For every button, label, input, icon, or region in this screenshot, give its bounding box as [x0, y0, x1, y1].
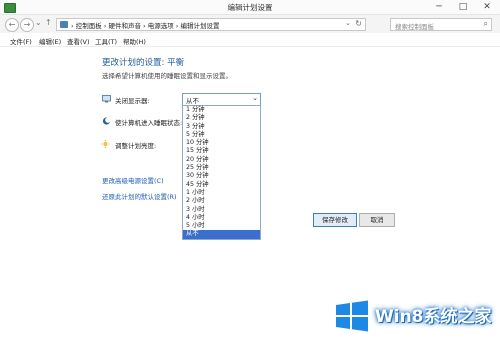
title-bar: 编辑计划设置 ─ □ ✕ [0, 0, 500, 15]
restore-defaults-link[interactable]: 还原此计划的默认设置(R) [102, 191, 177, 201]
back-button[interactable]: ← [5, 18, 19, 32]
option-item[interactable]: 2 分钟 [183, 114, 260, 122]
window-title: 编辑计划设置 [227, 3, 273, 12]
moon-icon [102, 117, 111, 125]
control-panel-folder-icon [60, 21, 68, 28]
advanced-power-settings-link[interactable]: 更改高级电源设置(C) [102, 175, 164, 185]
option-item[interactable]: 20 分钟 [183, 156, 260, 164]
menu-bar: 文件(F) 编辑(E) 查看(V) 工具(T) 帮助(H) [0, 34, 500, 47]
breadcrumb: › 控制面板 › 硬件和声音 › 电源选项 › 编辑计划设置 [71, 20, 219, 30]
breadcrumb-separator: › [143, 22, 146, 30]
breadcrumb-power-options[interactable]: 电源选项 [148, 22, 174, 30]
option-item[interactable]: 2 小时 [183, 197, 260, 205]
up-button[interactable]: ↑ [45, 18, 52, 27]
breadcrumb-hardware-sound[interactable]: 硬件和声音 [108, 22, 141, 30]
breadcrumb-separator: › [103, 22, 107, 30]
search-icon[interactable]: ⌕ [484, 19, 488, 29]
menu-file[interactable]: 文件(F) [10, 36, 32, 46]
breadcrumb-separator: › [175, 22, 179, 30]
brightness-label: 调整计划亮度: [115, 142, 157, 150]
brightness-icon [101, 140, 110, 148]
close-button[interactable]: ✕ [476, 0, 498, 14]
option-item[interactable]: 15 分钟 [183, 147, 260, 155]
monitor-icon [102, 95, 111, 103]
recent-pages-button[interactable]: ⌄ [35, 18, 42, 27]
option-item[interactable]: 30 分钟 [183, 172, 260, 180]
display-off-options-list[interactable]: 1 分钟 2 分钟 3 分钟 5 分钟 10 分钟 15 分钟 20 分钟 25 分钟 30 分… [182, 105, 261, 240]
menu-view[interactable]: 查看(V) [67, 36, 90, 46]
menu-tools[interactable]: 工具(T) [95, 36, 117, 46]
watermark-text: Win8系统之家 [375, 307, 492, 327]
address-dropdown-icon[interactable]: ⌄ [345, 19, 351, 27]
option-item[interactable]: 3 分钟 [183, 123, 260, 131]
breadcrumb-edit-plan[interactable]: 编辑计划设置 [180, 22, 219, 30]
forward-button[interactable]: → [20, 18, 34, 32]
navigation-bar: ← → ⌄ ↑ › 控制面板 › 硬件和声音 › 电源选项 › 编辑计划设置 ⌄… [0, 15, 500, 33]
display-off-label: 关闭显示器: [115, 97, 150, 105]
page-title: 更改计划的设置: 平衡 [102, 58, 185, 68]
search-placeholder: 搜索控制面板 [395, 23, 434, 31]
option-item[interactable]: 从不 [183, 230, 260, 239]
option-item[interactable]: 45 分钟 [183, 181, 260, 189]
breadcrumb-control-panel[interactable]: 控制面板 [76, 22, 102, 30]
search-box[interactable]: 搜索控制面板 ⌕ [390, 18, 492, 31]
option-item[interactable]: 3 小时 [183, 206, 260, 214]
refresh-icon[interactable]: ↻ [355, 19, 362, 28]
cancel-button[interactable]: 取消 [359, 213, 395, 227]
option-item[interactable]: 4 小时 [183, 214, 260, 222]
breadcrumb-separator: › [71, 22, 74, 30]
menu-edit[interactable]: 编辑(E) [39, 36, 61, 46]
maximize-button[interactable]: □ [452, 0, 474, 14]
address-bar[interactable]: › 控制面板 › 硬件和声音 › 电源选项 › 编辑计划设置 ⌄ ↻ [56, 18, 366, 31]
menu-help[interactable]: 帮助(H) [123, 36, 146, 46]
option-item[interactable]: 5 分钟 [183, 131, 260, 139]
watermark-logo: Win8系统之家 [335, 297, 497, 337]
minimize-button[interactable]: ─ [428, 0, 450, 14]
sleep-label: 使计算机进入睡眠状态: [115, 119, 183, 127]
page-subtitle: 选择希望计算机使用的睡眠设置和显示设置。 [102, 72, 232, 80]
windows-logo-icon [336, 300, 368, 332]
display-off-value: 从不 [186, 97, 199, 105]
chevron-down-icon[interactable]: ⌄ [252, 94, 258, 102]
save-button[interactable]: 保存修改 [313, 213, 357, 227]
